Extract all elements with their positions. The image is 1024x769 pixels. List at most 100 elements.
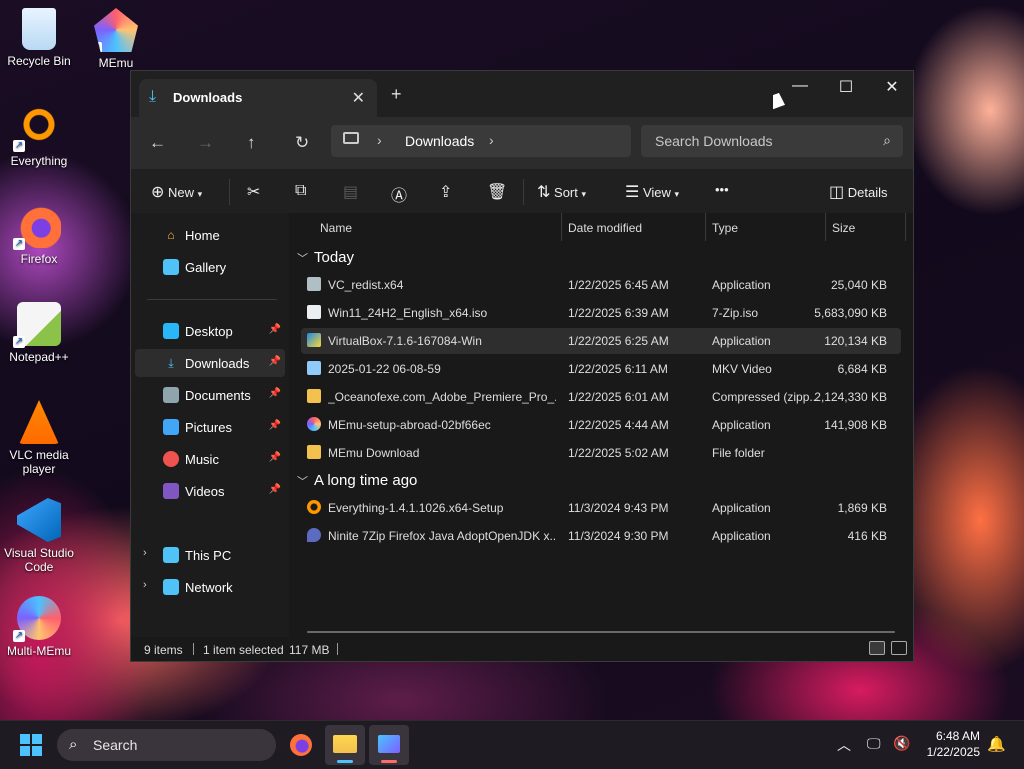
clock[interactable]: 6:48 AM 1/22/2025 [927, 728, 980, 760]
sidebar-item-pictures[interactable]: Pictures 📌 [135, 413, 285, 441]
table-row[interactable]: VC_redist.x64 1/22/2025 6:45 AM Applicat… [301, 272, 901, 298]
sidebar-item-desktop[interactable]: Desktop 📌 [135, 317, 285, 345]
desktop-icon-vscode[interactable]: ↗ Visual Studio Code [1, 498, 77, 574]
column-divider[interactable] [825, 213, 826, 241]
tab-close-icon[interactable]: ✕ [352, 88, 365, 108]
up-arrow-icon[interactable]: ↑ [247, 133, 256, 153]
selection-count: 1 item selected [203, 643, 284, 657]
taskbar-memu[interactable] [369, 725, 409, 765]
column-divider[interactable] [905, 213, 906, 241]
close-button[interactable]: ✕ [869, 77, 915, 97]
multi-memu-icon: ↗ [13, 596, 61, 642]
sort-button[interactable]: ⇅ Sort ▾ [537, 182, 586, 202]
column-divider[interactable] [561, 213, 562, 241]
network-icon[interactable]: 🖵 [867, 735, 881, 752]
status-bar: 9 items 1 item selected 117 MB [131, 637, 913, 661]
column-header-date-modified[interactable]: Date modified [568, 221, 642, 235]
taskbar-firefox[interactable] [281, 725, 321, 765]
column-header-size[interactable]: Size [832, 221, 855, 235]
video-file-icon [307, 361, 321, 375]
desktop-icon-recycle-bin[interactable]: Recycle Bin [1, 8, 77, 68]
table-row[interactable]: 2025-01-22 06-08-59 1/22/2025 6:11 AM MK… [301, 356, 901, 382]
desktop-icon-multi-memu[interactable]: ↗ Multi-MEmu [1, 596, 77, 658]
file-date: 1/22/2025 5:02 AM [568, 446, 669, 460]
download-icon: ⤓ [149, 88, 157, 105]
breadcrumb-downloads[interactable]: Downloads [405, 133, 474, 149]
column-divider[interactable] [705, 213, 706, 241]
desktop-icon-label: Notepad++ [9, 350, 69, 364]
maximize-button[interactable]: ☐ [823, 77, 869, 97]
column-header-type[interactable]: Type [712, 221, 738, 235]
more-options-button[interactable]: ••• [715, 182, 729, 197]
table-row[interactable]: MEmu Download 1/22/2025 5:02 AM File fol… [301, 440, 901, 466]
horizontal-scrollbar[interactable] [307, 631, 895, 633]
divider [229, 179, 230, 205]
rename-button[interactable]: Ⓐ [391, 182, 407, 206]
table-row[interactable]: Everything-1.4.1.1026.x64-Setup 11/3/202… [301, 495, 901, 521]
forward-arrow-icon[interactable]: → [197, 133, 214, 153]
sidebar-item-music[interactable]: Music 📌 [135, 445, 285, 473]
sidebar-item-videos[interactable]: Videos 📌 [135, 477, 285, 505]
details-view-icon[interactable] [869, 641, 885, 655]
file-date: 1/22/2025 4:44 AM [568, 418, 669, 432]
sidebar-item-home[interactable]: ⌂ Home [135, 221, 285, 249]
table-row[interactable]: MEmu-setup-abroad-02bf66ec 1/22/2025 4:4… [301, 412, 901, 438]
vlc-icon [19, 400, 59, 444]
desktop-icon-vlc[interactable]: VLC media player [1, 400, 77, 476]
file-date: 1/22/2025 6:25 AM [568, 334, 669, 348]
start-button[interactable] [20, 734, 42, 756]
table-row[interactable]: VirtualBox-7.1.6-167084-Win 1/22/2025 6:… [301, 328, 901, 354]
breadcrumb[interactable]: › Downloads › [331, 125, 631, 157]
recycle-bin-icon [22, 8, 56, 50]
taskbar-file-explorer[interactable] [325, 725, 365, 765]
details-pane-icon: ◫ [829, 184, 845, 201]
tiles-view-icon[interactable] [891, 641, 907, 655]
search-placeholder: Search Downloads [655, 133, 773, 149]
taskbar-search[interactable]: ⌕ Search [57, 729, 276, 761]
copy-button[interactable]: ⧉ [295, 182, 306, 200]
desktop-icon-notepadpp[interactable]: ↗ Notepad++ [1, 302, 77, 364]
cut-button[interactable]: ✂ [247, 182, 260, 202]
address-bar: ← → ↑ ↻ › Downloads › Search Downloads ⌕ [131, 117, 913, 169]
refresh-icon[interactable]: ↻ [295, 133, 309, 153]
chevron-right-icon[interactable]: › [377, 132, 382, 148]
desktop-icon-label: Recycle Bin [7, 54, 71, 68]
search-input[interactable]: Search Downloads ⌕ [641, 125, 903, 157]
file-date: 11/3/2024 9:43 PM [568, 501, 669, 515]
chevron-right-icon[interactable]: › [143, 579, 147, 591]
chevron-right-icon[interactable]: › [489, 132, 494, 148]
notification-bell-icon[interactable]: 🔔 [987, 735, 1006, 753]
back-arrow-icon[interactable]: ← [149, 133, 166, 153]
table-row[interactable]: Ninite 7Zip Firefox Java AdoptOpenJDK x.… [301, 523, 901, 549]
file-type: Compressed (zipp... [712, 390, 820, 404]
delete-button[interactable]: 🗑 [487, 182, 507, 202]
sidebar-item-this-pc[interactable]: › This PC [135, 541, 285, 569]
file-type: Application [712, 278, 771, 292]
paste-button[interactable]: ▤ [343, 182, 358, 202]
table-row[interactable]: _Oceanofexe.com_Adobe_Premiere_Pro_... 1… [301, 384, 901, 410]
view-button[interactable]: ☰ View ▾ [625, 182, 679, 202]
column-header-name[interactable]: Name [320, 221, 352, 235]
sidebar-item-downloads[interactable]: ⤓ Downloads 📌 [135, 349, 285, 377]
desktop-icon-firefox[interactable]: ↗ Firefox [1, 204, 77, 266]
new-tab-button[interactable]: + [391, 84, 402, 105]
file-name: MEmu Download [328, 446, 420, 460]
sidebar-item-gallery[interactable]: Gallery [135, 253, 285, 281]
sidebar-item-documents[interactable]: Documents 📌 [135, 381, 285, 409]
table-row[interactable]: Win11_24H2_English_x64.iso 1/22/2025 6:3… [301, 300, 901, 326]
chevron-up-icon[interactable]: ︿ [837, 735, 851, 755]
sidebar-item-network[interactable]: › Network [135, 573, 285, 601]
zip-folder-icon [307, 389, 321, 403]
new-button[interactable]: ⊕ New ▾ [151, 182, 202, 202]
desktop-icon-everything[interactable]: ↗ Everything [1, 106, 77, 168]
volume-muted-icon[interactable]: 🔇 [893, 735, 910, 752]
details-label: Details [847, 185, 888, 200]
desktop-icon-memu[interactable]: ↗ MEmu [78, 8, 154, 70]
details-button[interactable]: ◫ Details [829, 182, 888, 202]
share-button[interactable]: ⇪ [439, 182, 452, 202]
tab-downloads[interactable]: ⤓ Downloads ✕ [139, 79, 377, 117]
item-count: 9 items [144, 643, 183, 657]
chevron-right-icon[interactable]: › [143, 547, 147, 559]
group-header-today[interactable]: ﹀ Today [297, 249, 354, 266]
group-header-long-ago[interactable]: ﹀ A long time ago [297, 472, 417, 489]
